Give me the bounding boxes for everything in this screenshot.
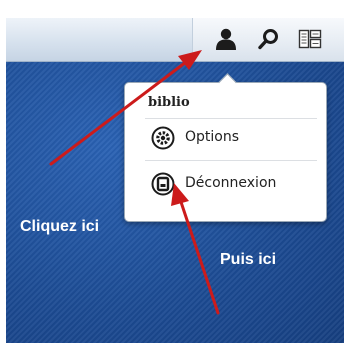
options-label: Options (185, 129, 240, 145)
screenshot: biblio Options Déconnexion Cliquez ici P… (6, 18, 344, 343)
search-icon[interactable] (256, 26, 282, 52)
menu-separator (145, 160, 317, 161)
logout-menu-item[interactable]: Déconnexion (145, 167, 317, 201)
annotation-click-here: Cliquez ici (20, 218, 100, 235)
user-menu: biblio Options Déconnexion (124, 73, 327, 222)
options-menu-item[interactable]: Options (145, 121, 317, 155)
logout-label: Déconnexion (185, 175, 277, 191)
taskbar-tray (192, 18, 344, 61)
logout-icon (151, 172, 175, 196)
menu-username: biblio (148, 95, 190, 110)
taskbar (6, 18, 344, 62)
menu-separator (145, 118, 317, 119)
annotation-then-here: Puis ici (220, 251, 277, 268)
widgets-icon[interactable] (297, 26, 323, 52)
user-icon[interactable] (213, 26, 239, 52)
gear-icon (151, 126, 175, 150)
